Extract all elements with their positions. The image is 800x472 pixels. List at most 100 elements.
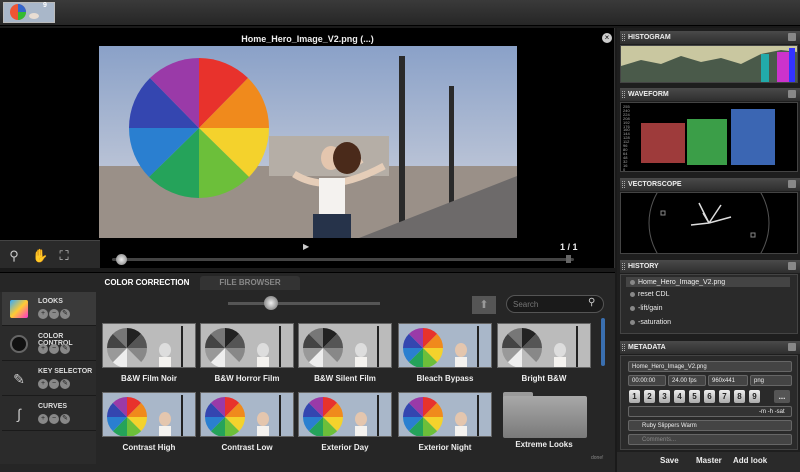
rating-button[interactable]: 3: [659, 390, 670, 403]
remove-icon[interactable]: −: [49, 379, 59, 389]
remove-icon[interactable]: −: [49, 344, 59, 354]
flags-label: -m -h -sat: [759, 409, 785, 415]
tab-color-correction[interactable]: COLOR CORRECTION: [98, 276, 196, 290]
look-thumbnail[interactable]: [200, 392, 294, 437]
rating-button[interactable]: 7: [719, 390, 730, 403]
metadata-header[interactable]: METADATA: [620, 341, 800, 354]
options-icon[interactable]: [788, 33, 796, 41]
options-icon[interactable]: [788, 343, 796, 351]
comments-field[interactable]: Comments...: [628, 434, 792, 445]
search-icon[interactable]: ⚲: [588, 297, 595, 308]
grip-icon[interactable]: [622, 263, 625, 270]
flags-row: -m -h -sat: [628, 406, 792, 417]
history-bullet-icon: [630, 306, 635, 311]
edit-icon[interactable]: ✎: [60, 344, 70, 354]
histogram-display: [620, 45, 798, 83]
vectorscope-title: VECTORSCOPE: [628, 181, 682, 188]
look-thumbnail[interactable]: [298, 323, 392, 368]
add-icon[interactable]: +: [38, 379, 48, 389]
history-item[interactable]: -lift/gain: [626, 303, 790, 314]
zoom-icon[interactable]: ⚲: [6, 248, 22, 264]
grip-icon[interactable]: [622, 181, 625, 188]
remove-icon[interactable]: −: [49, 414, 59, 424]
status-tag: done!: [591, 455, 604, 461]
vectorscope-header[interactable]: VECTORSCOPE: [620, 178, 800, 191]
history-header[interactable]: HISTORY: [620, 260, 800, 273]
history-bullet-icon: [630, 320, 635, 325]
timeline-scrubber[interactable]: [112, 258, 574, 261]
comments-placeholder: Comments...: [642, 437, 677, 443]
looks-scrollbar[interactable]: [601, 318, 605, 366]
item-controls: + − ✎: [38, 308, 71, 319]
filmstrip-count-badge: 9: [43, 2, 47, 9]
filmstrip-thumbnail[interactable]: [3, 2, 55, 23]
edit-icon[interactable]: ✎: [60, 414, 70, 424]
add-look-button[interactable]: Add look: [733, 456, 767, 465]
look-strength-slider[interactable]: [228, 302, 380, 305]
history-item[interactable]: -saturation: [626, 317, 790, 328]
sidebar-item-looks[interactable]: LOOKS + − ✎: [2, 292, 96, 326]
fullscreen-icon[interactable]: ⛶: [56, 248, 72, 264]
look-thumbnail[interactable]: [398, 323, 492, 368]
play-icon[interactable]: ▶: [303, 242, 309, 251]
curve-icon: ∫: [17, 406, 21, 422]
add-icon[interactable]: +: [38, 414, 48, 424]
add-icon[interactable]: +: [38, 344, 48, 354]
rating-button[interactable]: 2: [644, 390, 655, 403]
rating-button[interactable]: 8: [734, 390, 745, 403]
add-icon[interactable]: +: [38, 309, 48, 319]
grip-icon[interactable]: [622, 91, 625, 98]
grip-icon[interactable]: [622, 344, 625, 351]
histogram-header[interactable]: HISTOGRAM: [620, 31, 800, 44]
more-button[interactable]: ...: [774, 390, 790, 403]
filename-field[interactable]: Home_Hero_Image_V2.png: [628, 361, 792, 372]
look-thumbnail[interactable]: [102, 323, 196, 368]
format-field[interactable]: png: [750, 375, 792, 386]
save-button[interactable]: Save: [660, 456, 679, 465]
look-label: Bright B&W: [521, 374, 567, 383]
look-label: B&W Horror Film: [214, 374, 280, 383]
options-icon[interactable]: [788, 262, 796, 270]
sidebar-item-color-control[interactable]: COLOR CONTROL +−✎: [2, 327, 96, 361]
sidebar-item-key-selector[interactable]: ✎ KEY SELECTOR + − ✎: [2, 362, 96, 396]
item-controls: + − ✎: [38, 343, 71, 354]
viewer-title: Home_Hero_Image_V2.png (...): [241, 34, 374, 44]
volume-icon[interactable]: [566, 255, 576, 263]
folder-icon[interactable]: [503, 396, 587, 438]
edit-icon[interactable]: ✎: [60, 379, 70, 389]
history-bullet-icon: [630, 280, 635, 285]
remove-icon[interactable]: −: [49, 309, 59, 319]
waveform-display: 255 240 224 208 192 176 160 144 128 112 96 80 64 48 32…: [620, 102, 798, 172]
rating-button[interactable]: 4: [674, 390, 685, 403]
rating-button[interactable]: 5: [689, 390, 700, 403]
history-item-label: -saturation: [638, 319, 672, 326]
options-icon[interactable]: [788, 90, 796, 98]
look-thumbnail[interactable]: [398, 392, 492, 437]
rating-button[interactable]: 1: [629, 390, 640, 403]
look-thumbnail[interactable]: [102, 392, 196, 437]
rating-button[interactable]: 6: [704, 390, 715, 403]
timecode-field[interactable]: 00:00:00: [628, 375, 666, 386]
history-item[interactable]: Home_Hero_Image_V2.png: [626, 277, 790, 288]
look-thumbnail[interactable]: [200, 323, 294, 368]
size-field[interactable]: 960x441: [708, 375, 748, 386]
upload-icon[interactable]: ⬆: [472, 296, 496, 314]
tab-file-browser[interactable]: FILE BROWSER: [200, 276, 300, 290]
look-thumbnail[interactable]: [497, 323, 591, 368]
scrubber-handle[interactable]: [116, 254, 127, 265]
look-name-field[interactable]: Ruby Slippers Warm: [628, 420, 792, 431]
options-icon[interactable]: [788, 180, 796, 188]
close-icon[interactable]: ×: [602, 33, 612, 43]
grip-icon[interactable]: [622, 34, 625, 41]
waveform-header[interactable]: WAVEFORM: [620, 88, 800, 101]
look-name-label: Ruby Slippers Warm: [642, 423, 697, 429]
fps-field[interactable]: 24.00 fps: [668, 375, 706, 386]
history-item[interactable]: reset CDL: [626, 289, 790, 300]
master-button[interactable]: Master: [696, 456, 722, 465]
rating-button[interactable]: 9: [749, 390, 760, 403]
slider-handle[interactable]: [264, 296, 278, 310]
edit-icon[interactable]: ✎: [60, 309, 70, 319]
sidebar-item-curves[interactable]: ∫ CURVES + − ✎: [2, 397, 96, 431]
hand-icon[interactable]: ✋: [32, 248, 48, 264]
look-thumbnail[interactable]: [298, 392, 392, 437]
